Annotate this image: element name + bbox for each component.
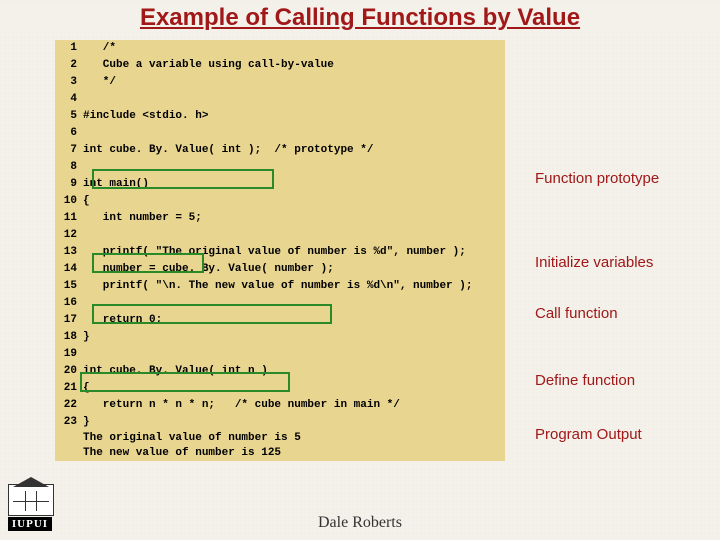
- code-line: 11 int number = 5;: [55, 210, 505, 227]
- code-line: 1 /*: [55, 40, 505, 57]
- annotation-output: Program Output: [535, 426, 642, 443]
- code-line: 15 printf( "\n. The new value of number …: [55, 278, 505, 295]
- annotation-define: Define function: [535, 372, 635, 389]
- code-line: 14 number = cube. By. Value( number );: [55, 261, 505, 278]
- code-line: 5#include <stdio. h>: [55, 108, 505, 125]
- program-output-2: The new value of number is 125: [55, 446, 505, 461]
- annotation-prototype: Function prototype: [535, 170, 659, 187]
- code-line: 10{: [55, 193, 505, 210]
- code-line: 20int cube. By. Value( int n ): [55, 363, 505, 380]
- code-line: 18}: [55, 329, 505, 346]
- slide-title: Example of Calling Functions by Value: [0, 4, 720, 32]
- code-line: 6: [55, 125, 505, 142]
- code-line: 19: [55, 346, 505, 363]
- footer-author: Dale Roberts: [0, 514, 720, 532]
- code-block: 1 /* 2 Cube a variable using call-by-val…: [55, 40, 505, 461]
- code-line: 23}: [55, 414, 505, 431]
- code-line: 2 Cube a variable using call-by-value: [55, 57, 505, 74]
- annotation-init: Initialize variables: [535, 254, 653, 271]
- logo-text: IUPUI: [8, 517, 52, 531]
- code-line: 21{: [55, 380, 505, 397]
- program-output-1: The original value of number is 5: [55, 431, 505, 446]
- code-line: 3 */: [55, 74, 505, 91]
- code-line: 16: [55, 295, 505, 312]
- iupui-logo: IUPUI: [8, 484, 52, 534]
- code-line: 12: [55, 227, 505, 244]
- code-line: 13 printf( "The original value of number…: [55, 244, 505, 261]
- code-line: 17 return 0;: [55, 312, 505, 329]
- code-line: 22 return n * n * n; /* cube number in m…: [55, 397, 505, 414]
- code-line: 7int cube. By. Value( int ); /* prototyp…: [55, 142, 505, 159]
- code-line: 4: [55, 91, 505, 108]
- house-icon: [8, 484, 54, 516]
- code-line: 9int main(): [55, 176, 505, 193]
- annotation-call: Call function: [535, 305, 618, 322]
- code-line: 8: [55, 159, 505, 176]
